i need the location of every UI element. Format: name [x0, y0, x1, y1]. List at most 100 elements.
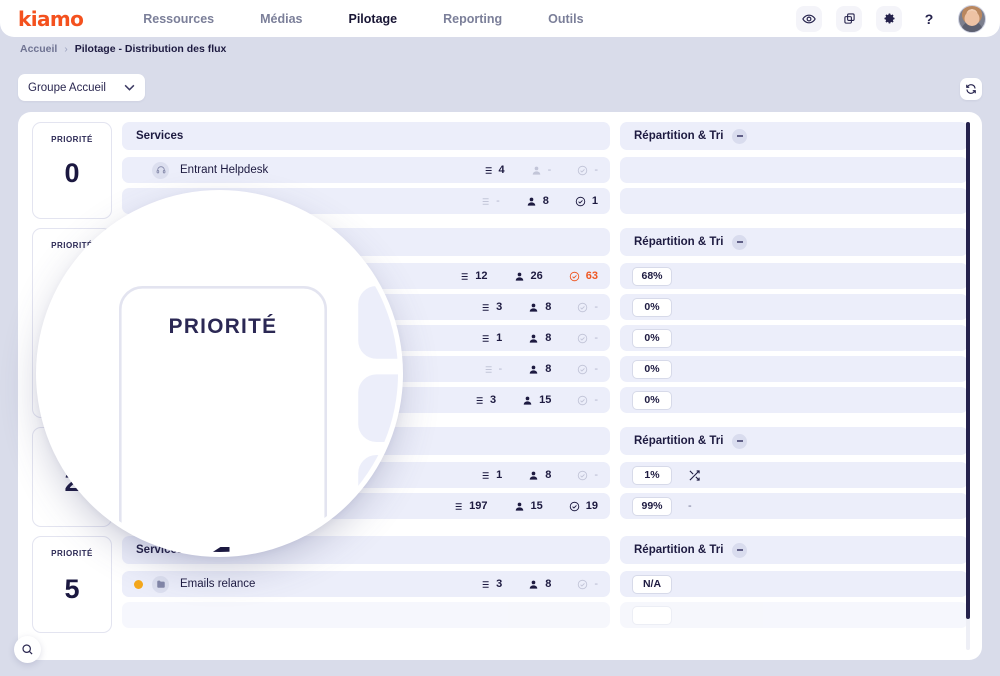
scrollbar-thumb[interactable] — [966, 122, 970, 619]
kebab-menu-icon[interactable] — [732, 234, 748, 250]
row-repartition-cell: 0% — [620, 294, 968, 320]
row-repartition-cell: 0% — [620, 356, 968, 382]
user-icon — [528, 333, 539, 344]
metric-checks: - — [577, 578, 598, 590]
metric-queue: 197 — [452, 500, 488, 512]
kebab-menu-icon[interactable] — [732, 433, 748, 449]
check-circle-icon — [577, 364, 588, 375]
row-metrics: 1 8 - — [479, 332, 598, 344]
row-metrics: 4 - - — [482, 164, 598, 176]
repartition-percent[interactable]: 1% — [632, 465, 672, 485]
repartition-percent[interactable]: 0% — [632, 359, 672, 379]
metric-queue: 3 — [479, 578, 502, 590]
magnifier-priority-value: 1 — [203, 533, 242, 552]
gear-icon[interactable] — [876, 5, 902, 32]
repartition-percent[interactable]: 0% — [632, 390, 672, 410]
check-circle-icon — [569, 271, 580, 282]
user-icon — [531, 165, 542, 176]
header-repartition-label: Répartition & Tri — [634, 435, 724, 447]
nav-item-outils[interactable]: Outils — [525, 12, 606, 26]
table-row[interactable] — [122, 602, 968, 628]
check-circle-icon — [577, 579, 588, 590]
metric-checks-value: 1 — [591, 195, 598, 207]
header-repartition-label: Répartition & Tri — [634, 236, 724, 248]
list-icon — [482, 364, 493, 375]
metric-agents: 8 — [528, 363, 551, 375]
metric-checks: 19 — [569, 500, 598, 512]
metric-checks-value: - — [594, 578, 598, 590]
avatar[interactable] — [958, 4, 986, 33]
metric-agents-value: 26 — [530, 270, 543, 282]
shuffle-icon[interactable] — [688, 469, 701, 482]
metric-checks: - — [577, 394, 598, 406]
magnifier-services-column: Services Appels entrants Emails Fidélisa… — [358, 286, 398, 552]
row-metrics: - 8 1 — [479, 195, 598, 207]
metric-queue-value: 1 — [496, 469, 503, 481]
metric-queue: - — [479, 195, 500, 207]
user-icon — [528, 302, 539, 313]
metric-checks-value: - — [594, 469, 598, 481]
metric-queue: 3 — [479, 301, 502, 313]
breadcrumb: Accueil › Pilotage - Distribution des fl… — [20, 41, 226, 57]
list-icon — [452, 501, 463, 512]
kebab-menu-icon[interactable] — [732, 128, 748, 144]
table-header-row: Services Répartition & Tri — [122, 122, 968, 150]
status-dot — [389, 477, 398, 501]
duplicate-icon[interactable] — [836, 5, 862, 32]
table-row[interactable]: Emails relance 3 8 - N/A — [122, 571, 968, 597]
row-metrics: 3 8 - — [479, 578, 598, 590]
check-circle-icon — [577, 165, 588, 176]
app-root: kiamo Ressources Médias Pilotage Reporti… — [0, 0, 1000, 676]
repartition-percent[interactable]: 68% — [632, 266, 672, 286]
metric-queue: 3 — [473, 394, 496, 406]
metric-agents-value: 8 — [545, 363, 552, 375]
group-select[interactable]: Groupe Accueil — [18, 74, 145, 101]
metric-queue: 4 — [482, 164, 505, 176]
refresh-button[interactable] — [960, 78, 982, 100]
repartition-percent[interactable]: 0% — [632, 297, 672, 317]
metric-agents: 8 — [528, 332, 551, 344]
breadcrumb-home[interactable]: Accueil — [20, 43, 57, 55]
nav-item-reporting[interactable]: Reporting — [420, 12, 525, 26]
magnifier-row[interactable]: Appels entrants — [358, 374, 398, 442]
metric-checks-value: 63 — [585, 270, 598, 282]
repartition-percent[interactable]: N/A — [632, 574, 672, 594]
eye-icon[interactable] — [796, 5, 822, 32]
table-row[interactable]: Entrant Helpdesk 4 - - — [122, 157, 968, 183]
metric-agents: 26 — [514, 270, 543, 282]
metric-queue: 1 — [479, 332, 502, 344]
check-circle-icon — [577, 333, 588, 344]
list-icon — [479, 196, 490, 207]
search-icon[interactable] — [14, 636, 41, 663]
nav-item-medias[interactable]: Médias — [237, 12, 325, 26]
header-repartition-label: Répartition & Tri — [634, 544, 724, 556]
headset-icon — [152, 161, 169, 179]
magnifier-row[interactable]: Emails Fidélisation — [358, 455, 398, 523]
repartition-percent[interactable]: 0% — [632, 328, 672, 348]
magnifier-row[interactable]: Messenger Portail — [358, 535, 398, 552]
repartition-percent[interactable] — [632, 605, 672, 625]
user-icon — [514, 271, 525, 282]
priority-value: 0 — [64, 158, 80, 188]
list-icon — [479, 470, 490, 481]
magnifier-ghost-label: PRI — [41, 312, 49, 336]
metric-checks-value: - — [594, 363, 598, 375]
row-repartition-cell: 68% — [620, 263, 968, 289]
metric-queue-value: 1 — [496, 332, 503, 344]
metric-checks: - — [577, 363, 598, 375]
row-metrics: - 8 - — [482, 363, 598, 375]
metric-queue-value: 197 — [469, 500, 488, 512]
help-icon[interactable]: ? — [916, 6, 942, 32]
priority-value: 5 — [64, 574, 80, 604]
app-logo[interactable]: kiamo — [18, 7, 84, 31]
list-icon — [473, 395, 484, 406]
nav-item-ressources[interactable]: Ressources — [120, 12, 237, 26]
magnifier-priority-box: PRIORITÉ 1 — [119, 286, 327, 552]
chevron-down-icon — [124, 83, 135, 93]
kebab-menu-icon[interactable] — [732, 542, 748, 558]
header-repartition-label: Répartition & Tri — [634, 130, 724, 142]
metric-agents-value: 8 — [542, 195, 549, 207]
nav-item-pilotage[interactable]: Pilotage — [326, 12, 421, 26]
magnifier-lens: PRI PRIORITÉ 1 2 RITÉ Services Appels en… — [41, 195, 398, 552]
repartition-percent[interactable]: 99% — [632, 496, 672, 516]
